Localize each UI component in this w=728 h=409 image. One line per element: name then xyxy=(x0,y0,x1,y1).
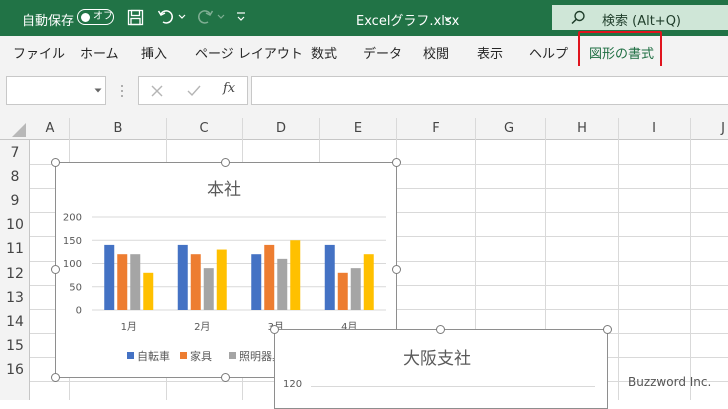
search-icon xyxy=(571,10,585,25)
redo-icon[interactable] xyxy=(196,8,214,26)
resize-handle[interactable] xyxy=(392,158,401,167)
splitter-icon[interactable] xyxy=(120,84,124,98)
bar xyxy=(324,244,335,310)
search-box[interactable]: 検索 (Alt+Q) xyxy=(552,5,728,30)
resize-handle[interactable] xyxy=(436,325,445,334)
resize-handle[interactable] xyxy=(51,265,60,274)
x-tick-label: 1月 xyxy=(121,321,137,333)
bar xyxy=(177,244,188,310)
tab-home[interactable]: ホーム xyxy=(80,43,119,62)
bar xyxy=(216,249,227,310)
resize-handle[interactable] xyxy=(51,158,60,167)
legend-swatch xyxy=(229,352,236,359)
search-label: 検索 (Alt+Q) xyxy=(602,14,682,29)
tab-review[interactable]: 校閲 xyxy=(423,43,449,62)
resize-handle[interactable] xyxy=(221,373,230,382)
undo-dropdown-icon[interactable] xyxy=(178,14,186,20)
name-box[interactable] xyxy=(6,76,106,105)
tab-help[interactable]: ヘルプ xyxy=(529,43,568,62)
tab-formulas[interactable]: 数式 xyxy=(311,43,337,62)
resize-handle[interactable] xyxy=(603,325,612,334)
bar xyxy=(130,254,141,310)
highlight-box xyxy=(578,31,662,69)
legend-label: 自転車 xyxy=(137,349,170,363)
toggle-knob xyxy=(81,12,90,22)
resize-handle[interactable] xyxy=(221,158,230,167)
tab-page-layout[interactable]: ページ レイアウト xyxy=(195,43,303,62)
bar xyxy=(203,268,214,310)
name-box-dropdown-icon[interactable] xyxy=(94,88,102,94)
autosave-toggle[interactable]: オフ xyxy=(77,9,114,25)
bar xyxy=(190,254,201,310)
autosave-label: 自動保存 xyxy=(22,14,75,29)
save-icon[interactable] xyxy=(127,9,144,26)
bar xyxy=(350,268,361,310)
resize-handle[interactable] xyxy=(51,373,60,382)
bar xyxy=(104,244,115,310)
formula-input[interactable] xyxy=(251,76,728,105)
filename-dropdown-icon[interactable] xyxy=(444,16,452,22)
tab-view[interactable]: 表示 xyxy=(477,43,503,62)
gridline xyxy=(311,386,595,387)
chart-osaka[interactable]: 大阪支社 120 xyxy=(274,329,608,409)
autosave-state-label: オフ xyxy=(93,11,113,22)
bar xyxy=(143,272,154,310)
legend-label: 家具 xyxy=(190,349,212,363)
undo-icon[interactable] xyxy=(157,8,175,26)
enter-icon[interactable] xyxy=(187,85,201,97)
y-tick-label: 200 xyxy=(63,213,82,224)
customize-toolbar-icon[interactable] xyxy=(236,11,246,23)
y-tick-label: 0 xyxy=(76,306,82,317)
x-tick-label: 2月 xyxy=(194,321,210,333)
formula-buttons: fx xyxy=(138,76,248,105)
watermark: Buzzword Inc. xyxy=(628,375,712,389)
y-tick-label: 50 xyxy=(69,282,82,293)
resize-handle[interactable] xyxy=(392,265,401,274)
bar xyxy=(277,258,288,310)
legend-swatch xyxy=(127,352,134,359)
legend-swatch xyxy=(180,352,187,359)
y-tick-label: 100 xyxy=(63,259,82,270)
bar xyxy=(363,254,374,310)
bar xyxy=(337,272,348,310)
bar xyxy=(251,254,262,310)
bar xyxy=(117,254,128,310)
cancel-icon[interactable] xyxy=(151,85,163,97)
insert-function-button[interactable]: fx xyxy=(223,81,235,96)
tab-file[interactable]: ファイル xyxy=(13,43,65,62)
resize-handle[interactable] xyxy=(270,325,279,334)
bar xyxy=(290,240,301,310)
tab-insert[interactable]: 挿入 xyxy=(141,43,167,62)
redo-dropdown-icon[interactable] xyxy=(217,14,225,20)
tab-data[interactable]: データ xyxy=(363,43,402,62)
y-tick-label: 150 xyxy=(63,236,82,247)
bar xyxy=(264,244,275,310)
